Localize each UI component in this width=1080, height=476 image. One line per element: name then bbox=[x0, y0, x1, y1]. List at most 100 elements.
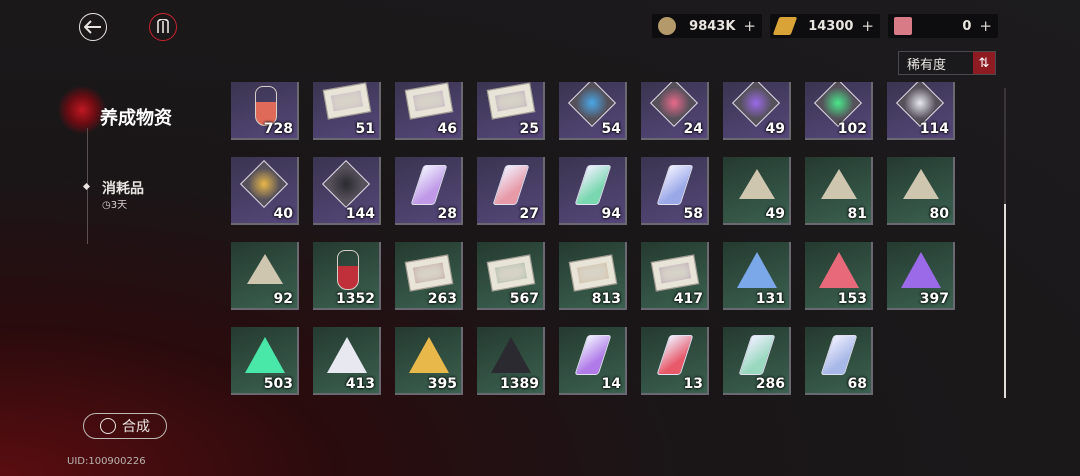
letter-icon bbox=[486, 254, 536, 292]
potion-icon bbox=[337, 250, 359, 290]
eraser-icon bbox=[894, 17, 912, 35]
inventory-row: 728 51 46 25 54 24 49 102 114 bbox=[231, 82, 971, 140]
potion-icon bbox=[255, 86, 277, 126]
item-quantity: 81 bbox=[847, 206, 867, 222]
inventory-item[interactable]: 131 bbox=[723, 242, 791, 310]
inventory-item[interactable]: 27 bbox=[477, 157, 545, 225]
letter-icon bbox=[322, 82, 372, 120]
inventory-item[interactable]: 24 bbox=[641, 82, 709, 140]
shard-icon bbox=[738, 335, 776, 375]
inventory-item[interactable]: 286 bbox=[723, 327, 791, 395]
back-icon[interactable] bbox=[79, 13, 107, 41]
inventory-item[interactable]: 153 bbox=[805, 242, 873, 310]
inventory-item[interactable]: 114 bbox=[887, 82, 955, 140]
inventory-item[interactable]: 58 bbox=[641, 157, 709, 225]
item-quantity: 25 bbox=[519, 121, 539, 137]
sidebar-item-materials[interactable]: 养成物资 bbox=[100, 104, 172, 130]
item-quantity: 1389 bbox=[500, 376, 539, 392]
item-quantity: 94 bbox=[601, 206, 621, 222]
inventory-item[interactable]: 49 bbox=[723, 157, 791, 225]
item-quantity: 40 bbox=[273, 206, 293, 222]
item-quantity: 417 bbox=[673, 291, 703, 307]
item-quantity: 263 bbox=[427, 291, 457, 307]
scrollbar-thumb[interactable] bbox=[1004, 204, 1006, 398]
pyramid-crystal-icon bbox=[327, 337, 367, 373]
item-quantity: 49 bbox=[765, 121, 785, 137]
inventory-item[interactable]: 51 bbox=[313, 82, 381, 140]
sort-label: 稀有度 bbox=[907, 57, 947, 73]
item-quantity: 397 bbox=[919, 291, 949, 307]
item-quantity: 28 bbox=[437, 206, 457, 222]
letter-icon bbox=[568, 254, 618, 292]
home-menu-icon[interactable] bbox=[149, 13, 177, 41]
letter-icon bbox=[650, 254, 700, 292]
inventory-item[interactable]: 46 bbox=[395, 82, 463, 140]
add-currency-button[interactable]: + bbox=[861, 17, 874, 35]
letter-icon bbox=[486, 82, 536, 120]
item-quantity: 813 bbox=[591, 291, 621, 307]
item-quantity: 114 bbox=[919, 121, 949, 137]
add-currency-button[interactable]: + bbox=[979, 17, 992, 35]
inventory-item[interactable]: 102 bbox=[805, 82, 873, 140]
emblem-icon bbox=[739, 169, 775, 199]
inventory-item[interactable]: 417 bbox=[641, 242, 709, 310]
item-quantity: 27 bbox=[519, 206, 539, 222]
selected-glow bbox=[58, 86, 106, 134]
inventory-item[interactable]: 54 bbox=[559, 82, 627, 140]
inventory-item[interactable]: 49 bbox=[723, 82, 791, 140]
add-currency-button[interactable]: + bbox=[743, 17, 756, 35]
item-quantity: 144 bbox=[345, 206, 375, 222]
shard-icon bbox=[656, 165, 694, 205]
pyramid-crystal-icon bbox=[491, 337, 531, 373]
pyramid-crystal-icon bbox=[409, 337, 449, 373]
shard-icon bbox=[574, 165, 612, 205]
inventory-item[interactable]: 94 bbox=[559, 157, 627, 225]
inventory-item[interactable]: 395 bbox=[395, 327, 463, 395]
pyramid-crystal-icon bbox=[245, 337, 285, 373]
inventory-item[interactable]: 1389 bbox=[477, 327, 545, 395]
inventory-item[interactable]: 25 bbox=[477, 82, 545, 140]
trident-icon bbox=[157, 19, 169, 33]
item-quantity: 46 bbox=[437, 121, 457, 137]
crystal-icon bbox=[321, 159, 371, 209]
item-quantity: 58 bbox=[683, 206, 703, 222]
inventory-item[interactable]: 263 bbox=[395, 242, 463, 310]
item-quantity: 503 bbox=[263, 376, 293, 392]
item-quantity: 49 bbox=[765, 206, 785, 222]
inventory-item[interactable]: 28 bbox=[395, 157, 463, 225]
inventory-item[interactable]: 14 bbox=[559, 327, 627, 395]
synthesize-icon bbox=[100, 418, 116, 434]
sort-order-icon[interactable]: ⇅ bbox=[973, 52, 995, 74]
currency-value: 14300 bbox=[808, 18, 854, 34]
letter-icon bbox=[404, 82, 454, 120]
gold-bar-icon bbox=[772, 17, 798, 35]
inventory-item[interactable]: 567 bbox=[477, 242, 545, 310]
synthesize-button[interactable]: 合成 bbox=[83, 413, 167, 439]
inventory-item[interactable]: 413 bbox=[313, 327, 381, 395]
inventory-item[interactable]: 397 bbox=[887, 242, 955, 310]
inventory-item[interactable]: 92 bbox=[231, 242, 299, 310]
currency-coin: 9843K + bbox=[652, 14, 762, 38]
inventory-item[interactable]: 80 bbox=[887, 157, 955, 225]
item-quantity: 1352 bbox=[336, 291, 375, 307]
shard-icon bbox=[656, 335, 694, 375]
sort-rarity-button[interactable]: 稀有度 ⇅ bbox=[898, 51, 996, 75]
inventory-item[interactable]: 13 bbox=[641, 327, 709, 395]
inventory-row: 40 144 28 27 94 58 49 81 80 bbox=[231, 157, 971, 225]
inventory-row: 92 1352 263 567 813 417 131 153 397 bbox=[231, 242, 971, 310]
inventory-item[interactable]: 813 bbox=[559, 242, 627, 310]
pyramid-crystal-icon bbox=[901, 252, 941, 288]
inventory-item[interactable]: 68 bbox=[805, 327, 873, 395]
sidebar-item-consumables[interactable]: 消耗品 bbox=[102, 178, 144, 198]
currency-gold: 14300 + bbox=[770, 14, 880, 38]
item-quantity: 13 bbox=[683, 376, 703, 392]
inventory-item[interactable]: 728 bbox=[231, 82, 299, 140]
inventory-item[interactable]: 40 bbox=[231, 157, 299, 225]
inventory-item[interactable]: 144 bbox=[313, 157, 381, 225]
inventory-item[interactable]: 81 bbox=[805, 157, 873, 225]
inventory-item[interactable]: 503 bbox=[231, 327, 299, 395]
item-quantity: 286 bbox=[755, 376, 785, 392]
inventory-item[interactable]: 1352 bbox=[313, 242, 381, 310]
emblem-icon bbox=[247, 254, 283, 284]
item-quantity: 51 bbox=[355, 121, 375, 137]
